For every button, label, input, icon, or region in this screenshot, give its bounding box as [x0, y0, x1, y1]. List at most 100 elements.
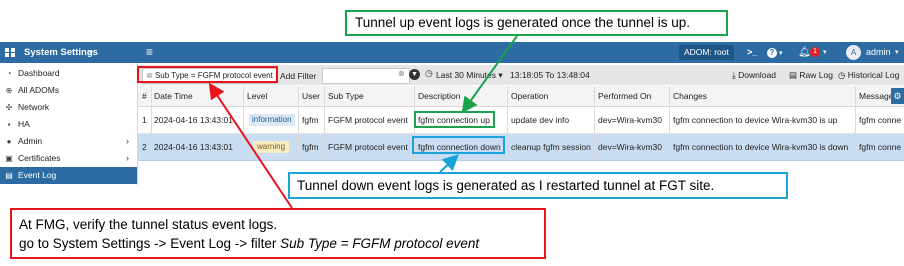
changes-cell: fgfm connection to device Wira-kvm30 is …: [673, 142, 849, 152]
column-header-index[interactable]: #: [142, 87, 147, 106]
history-icon: ◷: [838, 70, 846, 80]
column-settings-icon[interactable]: ⚙: [891, 88, 904, 104]
sidebar-item-label: Event Log: [18, 170, 57, 180]
column-divider: [507, 86, 508, 160]
top-bar: System Settings ▾ ≡ ADOM: root >_ ? ▾ 🔔︎…: [0, 42, 904, 63]
time-range-select[interactable]: Last 30 Minutes ▾: [436, 68, 503, 82]
filter-search-input[interactable]: [322, 68, 410, 84]
tunnel-up-callout-text: Tunnel up event logs is generated once t…: [355, 15, 690, 30]
module-title[interactable]: System Settings: [24, 42, 98, 63]
chevron-down-icon[interactable]: ▾: [823, 42, 827, 63]
column-header-message[interactable]: Message: [859, 87, 894, 106]
performed-on-cell: dev=Wira-kvm30: [598, 142, 663, 152]
cli-console-icon[interactable]: >_: [747, 42, 757, 63]
adom-selector[interactable]: ADOM: root: [679, 45, 734, 60]
column-divider: [669, 86, 670, 160]
column-header-description[interactable]: Description: [418, 87, 461, 106]
fmg-instructions-line2: go to System Settings -> Event Log -> fi…: [19, 234, 544, 253]
sub-type-cell: FGFM protocol event: [328, 115, 408, 125]
sidebar: ◔ Dashboard ⊕ All ADOMs ✣ Network ▪ HA ●…: [0, 63, 138, 185]
sidebar-item-network[interactable]: ✣ Network: [0, 99, 137, 116]
network-icon: ✣: [5, 103, 13, 112]
row-index: 2: [142, 142, 147, 152]
clear-filter-icon[interactable]: ⊗: [398, 69, 405, 78]
download-button[interactable]: ⤓ Download: [732, 68, 776, 82]
column-header-user[interactable]: User: [302, 87, 320, 106]
avatar[interactable]: A: [846, 45, 861, 60]
tunnel-down-callout-text: Tunnel down event logs is generated as I…: [297, 178, 715, 193]
menu-toggle-icon[interactable]: ≡: [146, 42, 153, 63]
user-cell: fgfm: [302, 115, 319, 125]
performed-on-cell: dev=Wira-kvm30: [598, 115, 663, 125]
user-name[interactable]: admin: [866, 42, 891, 63]
raw-log-icon: ▤: [789, 70, 798, 80]
connection-up-highlight-box: [414, 111, 495, 128]
date-time-cell: 2024-04-16 13:43:01: [154, 142, 233, 152]
column-header-performed-on[interactable]: Performed On: [598, 87, 651, 106]
sidebar-item-all-adoms[interactable]: ⊕ All ADOMs: [0, 82, 137, 99]
column-header-changes[interactable]: Changes: [673, 87, 707, 106]
historical-log-button[interactable]: ◷ Historical Log: [838, 68, 899, 82]
filter-icon[interactable]: ▼: [409, 69, 420, 80]
historical-log-label: Historical Log: [847, 70, 900, 80]
time-range-label: Last 30 Minutes: [436, 70, 497, 80]
column-divider: [243, 86, 244, 160]
column-header-date-time[interactable]: Date Time: [154, 87, 193, 106]
filter-highlight-box: [137, 66, 278, 83]
changes-cell: fgfm connection to device Wira-kvm30 is …: [673, 115, 838, 125]
chevron-right-icon: ›: [126, 153, 129, 163]
ha-icon: ▪: [7, 120, 11, 129]
download-label: Download: [738, 70, 776, 80]
message-cell: fgfm conne: [859, 142, 902, 152]
chevron-down-icon[interactable]: ▾: [89, 42, 93, 63]
notification-badge: 1: [810, 47, 820, 57]
level-badge: warning: [253, 141, 290, 153]
chevron-down-icon[interactable]: ▾: [895, 42, 899, 63]
fmg-instructions-line2-italic: Sub Type = FGFM protocol event: [280, 236, 480, 251]
tunnel-down-callout: Tunnel down event logs is generated as I…: [288, 172, 788, 199]
level-badge: information: [249, 114, 295, 126]
column-header-level[interactable]: Level: [247, 87, 267, 106]
add-filter-button[interactable]: Add Filter: [280, 69, 316, 83]
sidebar-item-admin[interactable]: ● Admin ›: [0, 133, 137, 150]
tunnel-up-callout: Tunnel up event logs is generated once t…: [345, 10, 728, 36]
column-divider: [298, 86, 299, 160]
connection-down-highlight-box: [412, 136, 505, 154]
download-icon: ⤓: [732, 70, 736, 80]
sidebar-item-label: Certificates: [18, 153, 61, 163]
row-index: 1: [142, 115, 147, 125]
column-divider: [855, 86, 856, 160]
user-icon: ●: [6, 137, 12, 146]
help-icon[interactable]: ? ▾: [767, 42, 782, 63]
sidebar-item-label: Admin: [18, 136, 43, 146]
column-header-operation[interactable]: Operation: [511, 87, 548, 106]
column-header-sub-type[interactable]: Sub Type: [328, 87, 364, 106]
sidebar-item-event-log[interactable]: ▤ Event Log: [0, 167, 137, 184]
globe-icon: ⊕: [5, 86, 13, 95]
app-grid-icon[interactable]: [4, 42, 16, 63]
time-window-label: 13:18:05 To 13:48:04: [510, 70, 590, 80]
column-divider: [594, 86, 595, 160]
column-divider: [151, 86, 152, 160]
adom-label: ADOM: root: [684, 47, 729, 57]
fmg-instructions-callout: At FMG, verify the tunnel status event l…: [10, 208, 546, 259]
sidebar-item-dashboard[interactable]: ◔ Dashboard: [0, 65, 137, 82]
raw-log-label: Raw Log: [799, 70, 833, 80]
sidebar-item-label: Network: [18, 102, 50, 112]
sidebar-item-label: All ADOMs: [18, 85, 60, 95]
sidebar-item-certificates[interactable]: ▣ Certificates ›: [0, 150, 137, 167]
sidebar-item-ha[interactable]: ▪ HA: [0, 116, 137, 133]
raw-log-button[interactable]: ▤ Raw Log: [789, 68, 833, 82]
list-icon: ▤: [5, 171, 13, 180]
dashboard-icon: ◔: [6, 69, 12, 78]
column-divider: [324, 86, 325, 160]
operation-cell: cleanup fgfm session: [511, 142, 591, 152]
operation-cell: update dev info: [511, 115, 570, 125]
notification-bell-icon[interactable]: 🔔︎: [798, 42, 811, 63]
chevron-right-icon: ›: [126, 136, 129, 146]
message-cell: fgfm conne: [859, 115, 902, 125]
fmg-instructions-line2-prefix: go to System Settings -> Event Log -> fi…: [19, 236, 281, 251]
sub-type-cell: FGFM protocol event: [328, 142, 408, 152]
sidebar-item-label: Dashboard: [18, 68, 60, 78]
date-time-cell: 2024-04-16 13:43:01: [154, 115, 233, 125]
